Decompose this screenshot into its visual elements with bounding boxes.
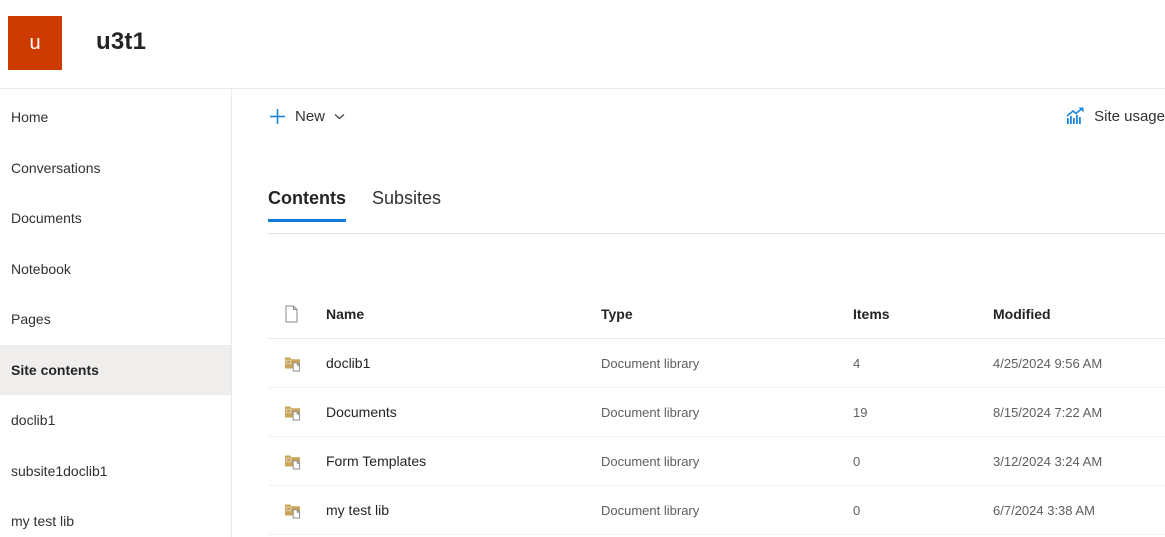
table-row[interactable]: Documents Document library 19 8/15/2024 …: [268, 388, 1165, 437]
sidebar-item-home[interactable]: Home: [0, 92, 231, 143]
table-header-row: Name Type Items Modified: [268, 290, 1165, 339]
row-name[interactable]: my test lib: [326, 502, 601, 518]
document-icon: [268, 305, 326, 323]
sidebar-item-pages[interactable]: Pages: [0, 294, 231, 345]
page-title: u3t1: [96, 28, 146, 56]
site-logo-initial: u: [29, 32, 40, 55]
document-library-icon: [268, 355, 326, 372]
chevron-down-icon: [334, 113, 345, 120]
column-header-items[interactable]: Items: [853, 306, 993, 322]
row-items: 19: [853, 405, 993, 420]
sidebar-item-my-test-lib[interactable]: my test lib: [0, 496, 231, 537]
document-library-icon: [268, 502, 326, 519]
row-modified: 4/25/2024 9:56 AM: [993, 356, 1165, 371]
row-modified: 8/15/2024 7:22 AM: [993, 405, 1165, 420]
table-row[interactable]: my test lib Document library 0 6/7/2024 …: [268, 486, 1165, 535]
row-type: Document library: [601, 356, 853, 371]
table-row[interactable]: Form Templates Document library 0 3/12/2…: [268, 437, 1165, 486]
plus-icon: [269, 108, 286, 125]
row-items: 0: [853, 503, 993, 518]
site-usage-label: Site usage: [1094, 108, 1165, 125]
tab-divider: [268, 233, 1165, 234]
row-modified: 6/7/2024 3:38 AM: [993, 503, 1165, 518]
column-header-type[interactable]: Type: [601, 306, 853, 322]
sidebar-item-doclib1[interactable]: doclib1: [0, 395, 231, 446]
row-name[interactable]: Documents: [326, 404, 601, 420]
column-header-name[interactable]: Name: [326, 306, 601, 322]
row-name[interactable]: doclib1: [326, 355, 601, 371]
tab-bar: Contents Subsites: [268, 188, 441, 222]
command-bar: New: [269, 100, 1165, 132]
row-type: Document library: [601, 503, 853, 518]
new-button[interactable]: New: [269, 100, 345, 132]
sidebar-item-site-contents[interactable]: Site contents: [0, 345, 231, 396]
bar-chart-trend-icon: [1065, 106, 1086, 126]
document-library-icon: [268, 453, 326, 470]
row-items: 4: [853, 356, 993, 371]
site-usage-button[interactable]: Site usage: [1065, 100, 1165, 132]
sidebar: Home Conversations Documents Notebook Pa…: [0, 89, 232, 537]
sidebar-item-documents[interactable]: Documents: [0, 193, 231, 244]
tab-subsites[interactable]: Subsites: [372, 188, 441, 222]
row-name[interactable]: Form Templates: [326, 453, 601, 469]
document-library-icon: [268, 404, 326, 421]
table-row[interactable]: doclib1 Document library 4 4/25/2024 9:5…: [268, 339, 1165, 388]
tab-contents[interactable]: Contents: [268, 188, 346, 222]
main-content: New: [233, 89, 1165, 537]
top-header: u u3t1: [0, 0, 1165, 89]
row-type: Document library: [601, 454, 853, 469]
site-logo[interactable]: u: [8, 16, 62, 70]
new-button-label: New: [295, 108, 325, 125]
contents-table: Name Type Items Modified doclib1 Documen…: [268, 290, 1165, 535]
row-items: 0: [853, 454, 993, 469]
sidebar-item-notebook[interactable]: Notebook: [0, 244, 231, 295]
sidebar-item-subsite1doclib1[interactable]: subsite1doclib1: [0, 446, 231, 497]
row-modified: 3/12/2024 3:24 AM: [993, 454, 1165, 469]
sidebar-item-conversations[interactable]: Conversations: [0, 143, 231, 194]
column-header-modified[interactable]: Modified: [993, 306, 1165, 322]
row-type: Document library: [601, 405, 853, 420]
